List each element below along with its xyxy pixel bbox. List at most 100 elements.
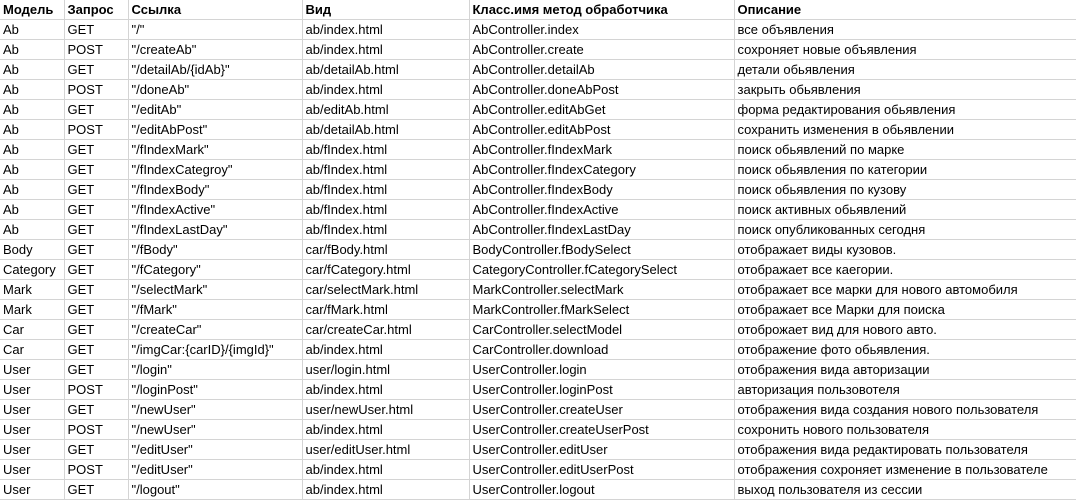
cell-handler[interactable]: UserController.logout bbox=[469, 479, 735, 500]
cell-description[interactable]: отображает виды кузовов. bbox=[734, 239, 1076, 260]
cell-handler[interactable]: AbController.fIndexLastDay bbox=[469, 219, 735, 240]
cell-model[interactable]: Ab bbox=[0, 39, 65, 60]
cell-request[interactable]: POST bbox=[64, 419, 129, 440]
cell-view[interactable]: ab/editAb.html bbox=[302, 99, 470, 120]
cell-model[interactable]: Ab bbox=[0, 139, 65, 160]
header-description[interactable]: Описание bbox=[734, 0, 1076, 20]
cell-request[interactable]: POST bbox=[64, 459, 129, 480]
cell-description[interactable]: детали обьявления bbox=[734, 59, 1076, 80]
cell-model[interactable]: User bbox=[0, 439, 65, 460]
cell-link[interactable]: "/" bbox=[128, 19, 303, 40]
cell-request[interactable]: GET bbox=[64, 219, 129, 240]
cell-description[interactable]: авторизация пользовотеля bbox=[734, 379, 1076, 400]
cell-request[interactable]: POST bbox=[64, 79, 129, 100]
cell-request[interactable]: GET bbox=[64, 299, 129, 320]
cell-request[interactable]: POST bbox=[64, 119, 129, 140]
header-request[interactable]: Запрос bbox=[64, 0, 129, 20]
cell-link[interactable]: "/doneAb" bbox=[128, 79, 303, 100]
cell-model[interactable]: Ab bbox=[0, 199, 65, 220]
cell-handler[interactable]: AbController.fIndexMark bbox=[469, 139, 735, 160]
cell-model[interactable]: Ab bbox=[0, 159, 65, 180]
cell-link[interactable]: "/fIndexBody" bbox=[128, 179, 303, 200]
cell-handler[interactable]: MarkController.selectMark bbox=[469, 279, 735, 300]
cell-handler[interactable]: AbController.fIndexBody bbox=[469, 179, 735, 200]
cell-model[interactable]: User bbox=[0, 379, 65, 400]
cell-description[interactable]: отображает все Марки для поиска bbox=[734, 299, 1076, 320]
cell-handler[interactable]: AbController.editAbPost bbox=[469, 119, 735, 140]
cell-link[interactable]: "/createAb" bbox=[128, 39, 303, 60]
cell-model[interactable]: Car bbox=[0, 319, 65, 340]
cell-view[interactable]: ab/fIndex.html bbox=[302, 139, 470, 160]
cell-handler[interactable]: CategoryController.fCategorySelect bbox=[469, 259, 735, 280]
cell-link[interactable]: "/logout" bbox=[128, 479, 303, 500]
cell-request[interactable]: GET bbox=[64, 59, 129, 80]
cell-handler[interactable]: CarController.selectModel bbox=[469, 319, 735, 340]
cell-description[interactable]: все объявления bbox=[734, 19, 1076, 40]
cell-model[interactable]: User bbox=[0, 359, 65, 380]
cell-view[interactable]: ab/fIndex.html bbox=[302, 159, 470, 180]
cell-view[interactable]: car/fMark.html bbox=[302, 299, 470, 320]
cell-handler[interactable]: AbController.create bbox=[469, 39, 735, 60]
cell-request[interactable]: GET bbox=[64, 279, 129, 300]
header-handler[interactable]: Класс.имя метод обработчика bbox=[469, 0, 735, 20]
cell-model[interactable]: Ab bbox=[0, 179, 65, 200]
cell-handler[interactable]: MarkController.fMarkSelect bbox=[469, 299, 735, 320]
cell-view[interactable]: car/fCategory.html bbox=[302, 259, 470, 280]
cell-description[interactable]: сохроняет новые объявления bbox=[734, 39, 1076, 60]
cell-request[interactable]: GET bbox=[64, 339, 129, 360]
cell-view[interactable]: ab/detailAb.html bbox=[302, 119, 470, 140]
cell-handler[interactable]: AbController.doneAbPost bbox=[469, 79, 735, 100]
cell-description[interactable]: поиск активных обьявлений bbox=[734, 199, 1076, 220]
header-model[interactable]: Модель bbox=[0, 0, 65, 20]
cell-handler[interactable]: AbController.editAbGet bbox=[469, 99, 735, 120]
cell-model[interactable]: Ab bbox=[0, 59, 65, 80]
cell-description[interactable]: отображает все каегории. bbox=[734, 259, 1076, 280]
cell-model[interactable]: User bbox=[0, 459, 65, 480]
cell-handler[interactable]: AbController.fIndexActive bbox=[469, 199, 735, 220]
cell-link[interactable]: "/fCategory" bbox=[128, 259, 303, 280]
cell-link[interactable]: "/fIndexMark" bbox=[128, 139, 303, 160]
cell-view[interactable]: ab/fIndex.html bbox=[302, 179, 470, 200]
cell-link[interactable]: "/fIndexActive" bbox=[128, 199, 303, 220]
cell-link[interactable]: "/imgCar:{carID}/{imgId}" bbox=[128, 339, 303, 360]
cell-handler[interactable]: CarController.download bbox=[469, 339, 735, 360]
cell-description[interactable]: сохронить нового пользователя bbox=[734, 419, 1076, 440]
cell-description[interactable]: отображения сохроняет изменение в пользо… bbox=[734, 459, 1076, 480]
cell-link[interactable]: "/fIndexCategroy" bbox=[128, 159, 303, 180]
cell-handler[interactable]: UserController.createUser bbox=[469, 399, 735, 420]
cell-request[interactable]: GET bbox=[64, 99, 129, 120]
cell-description[interactable]: сохранить изменения в обьявлении bbox=[734, 119, 1076, 140]
cell-description[interactable]: поиск обьявлений по марке bbox=[734, 139, 1076, 160]
cell-description[interactable]: поиск обьявления по кузову bbox=[734, 179, 1076, 200]
cell-description[interactable]: выход пользователя из сессии bbox=[734, 479, 1076, 500]
cell-view[interactable]: ab/index.html bbox=[302, 419, 470, 440]
cell-model[interactable]: User bbox=[0, 399, 65, 420]
cell-description[interactable]: отображает все марки для нового автомоби… bbox=[734, 279, 1076, 300]
cell-model[interactable]: Ab bbox=[0, 79, 65, 100]
cell-link[interactable]: "/fBody" bbox=[128, 239, 303, 260]
cell-link[interactable]: "/login" bbox=[128, 359, 303, 380]
cell-request[interactable]: GET bbox=[64, 19, 129, 40]
cell-handler[interactable]: UserController.editUserPost bbox=[469, 459, 735, 480]
cell-link[interactable]: "/detailAb/{idAb}" bbox=[128, 59, 303, 80]
cell-model[interactable]: Body bbox=[0, 239, 65, 260]
cell-model[interactable]: Ab bbox=[0, 19, 65, 40]
cell-model[interactable]: Category bbox=[0, 259, 65, 280]
cell-view[interactable]: ab/index.html bbox=[302, 39, 470, 60]
cell-request[interactable]: GET bbox=[64, 159, 129, 180]
cell-request[interactable]: GET bbox=[64, 319, 129, 340]
cell-description[interactable]: поиск опубликованных сегодня bbox=[734, 219, 1076, 240]
cell-request[interactable]: POST bbox=[64, 379, 129, 400]
cell-request[interactable]: GET bbox=[64, 439, 129, 460]
cell-view[interactable]: ab/index.html bbox=[302, 339, 470, 360]
cell-handler[interactable]: UserController.loginPost bbox=[469, 379, 735, 400]
cell-view[interactable]: ab/index.html bbox=[302, 459, 470, 480]
cell-view[interactable]: ab/fIndex.html bbox=[302, 199, 470, 220]
cell-link[interactable]: "/createCar" bbox=[128, 319, 303, 340]
cell-view[interactable]: car/createCar.html bbox=[302, 319, 470, 340]
cell-view[interactable]: car/selectMark.html bbox=[302, 279, 470, 300]
cell-link[interactable]: "/editUser" bbox=[128, 459, 303, 480]
cell-description[interactable]: отображения вида редактировать пользоват… bbox=[734, 439, 1076, 460]
cell-request[interactable]: GET bbox=[64, 399, 129, 420]
cell-handler[interactable]: UserController.login bbox=[469, 359, 735, 380]
